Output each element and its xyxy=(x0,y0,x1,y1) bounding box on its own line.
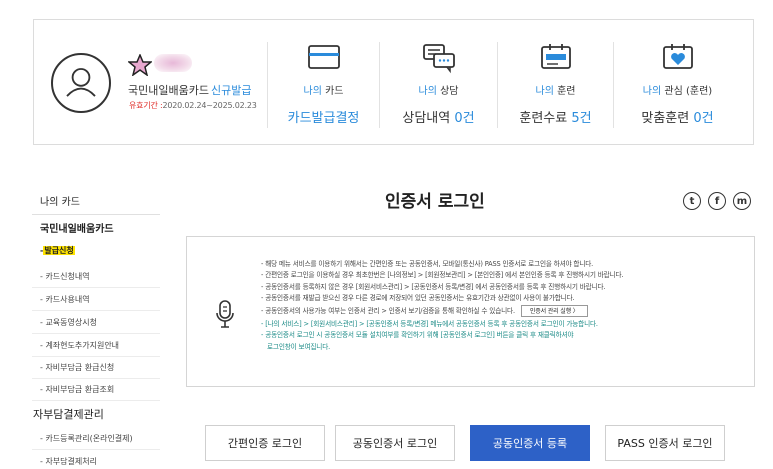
sidebar-item-card-register[interactable]: - 카드등록관리(온라인결제) xyxy=(40,433,133,444)
certificate-manager-button[interactable]: 인증서 관리 실행 〉 xyxy=(520,305,588,318)
card-status: 신규발급 xyxy=(210,84,252,97)
blurred-username xyxy=(154,54,192,72)
twitter-icon[interactable]: t xyxy=(683,192,701,210)
sidebar-item-divider xyxy=(32,378,160,379)
microphone-icon xyxy=(216,300,234,328)
notice-item-teal: - 공동인증서 로그인 시 공동인증서 모듈 설치여부를 확인하기 위해 [공동… xyxy=(261,331,574,340)
stat-value: 카드발급결정 xyxy=(287,111,360,126)
notice-item: - 공동인증서를 등록하지 않은 경우 [회원서비스관리] > [공동인증서 등… xyxy=(261,282,606,291)
sidebar-item-account[interactable]: - 계좌현도추가지원안내 xyxy=(40,340,119,351)
facebook-icon[interactable]: f xyxy=(708,192,726,210)
sidebar-item-refund-apply[interactable]: - 자비부담금 환급신청 xyxy=(40,362,114,373)
sidebar-item-divider xyxy=(32,310,160,311)
sidebar-item-divider xyxy=(32,400,160,401)
card-icon xyxy=(307,45,340,69)
message-icon[interactable]: m xyxy=(733,192,751,210)
notice-item: - 해당 메뉴 서비스를 이용하기 위해서는 간편인증 또는 공동인증서, 모바… xyxy=(261,260,594,268)
star-icon xyxy=(128,54,152,76)
page-title: 인증서 로그인 xyxy=(385,192,485,212)
sidebar-title: 나의 카드 xyxy=(40,197,80,208)
sidebar-section-card[interactable]: 국민내일배움카드 xyxy=(40,220,114,235)
tab-simple-login[interactable]: 간편인증 로그인 xyxy=(205,425,325,461)
stat-my-card[interactable]: 나의 카드 카드발급결정 xyxy=(267,42,379,128)
card-name: 국민내일배움카드 신규발급 xyxy=(128,84,252,97)
sidebar-item-usage[interactable]: - 카드사용내역 xyxy=(40,294,90,305)
sidebar-item-video[interactable]: - 교육동영상시청 xyxy=(40,317,97,328)
notice-box: - 해당 메뉴 서비스를 이용하기 위해서는 간편인증 또는 공동인증서, 모바… xyxy=(186,236,755,387)
notice-item: - 간편인증 로그인을 이용하실 경우 최초한번은 [나의정보] > [회원정보… xyxy=(261,271,624,280)
tab-certificate-register[interactable]: 공동인증서 등록 xyxy=(470,425,590,461)
sidebar-item-refund-check[interactable]: - 자비부담금 환급조회 xyxy=(40,384,114,395)
consult-icon xyxy=(422,44,455,74)
training-icon xyxy=(540,44,571,69)
stat-my-consult[interactable]: 나의 상담 상담내역 0건 xyxy=(379,42,497,128)
notice-item: - 공동인증서를 재발급 받으신 경우 다른 경로에 저장되어 있던 공동인증서… xyxy=(261,293,575,302)
sidebar-item-divider xyxy=(32,287,160,288)
tab-certificate-login[interactable]: 공동인증서 로그인 xyxy=(335,425,455,461)
sidebar-item-apply-history[interactable]: - 카드신청내역 xyxy=(40,271,90,282)
sidebar-item-divider xyxy=(32,333,160,334)
user-summary-card: 국민내일배움카드 신규발급 유효기간 :2020.02.24~2025.02.23… xyxy=(33,19,754,145)
sidebar-item-divider xyxy=(32,356,160,357)
heart-icon xyxy=(662,44,693,69)
notice-item-teal: - [나의 서비스] > [회원서비스관리] > [공동인증서 등록/변경] 메… xyxy=(261,320,598,329)
tab-pass-login[interactable]: PASS 인증서 로그인 xyxy=(605,425,725,461)
card-validity: 유효기간 :2020.02.24~2025.02.23 xyxy=(129,101,257,110)
notice-item: - 공동인증서의 사용가능 여부는 인증서 관리 > 인증서 보기/검증을 통해… xyxy=(261,304,741,319)
sidebar-item-apply[interactable]: -발급신청 xyxy=(40,245,75,256)
sidebar-divider xyxy=(32,214,160,215)
stat-my-interest[interactable]: 나의 관심 (훈련) 맞춤훈련 0건 xyxy=(613,42,741,128)
sidebar-item-divider xyxy=(32,449,160,450)
user-avatar-icon xyxy=(51,53,111,113)
notice-item-teal: 로그인창이 보여집니다. xyxy=(267,342,331,351)
notice-list: - 해당 메뉴 서비스를 이용하기 위해서는 간편인증 또는 공동인증서, 모바… xyxy=(261,259,741,353)
stat-my-training[interactable]: 나의 훈련 훈련수료 5건 xyxy=(497,42,613,128)
sidebar-section-payment[interactable]: 자부담결제관리 xyxy=(33,406,104,422)
sidebar-item-payment-process[interactable]: - 자부담결제처리 xyxy=(40,456,97,467)
